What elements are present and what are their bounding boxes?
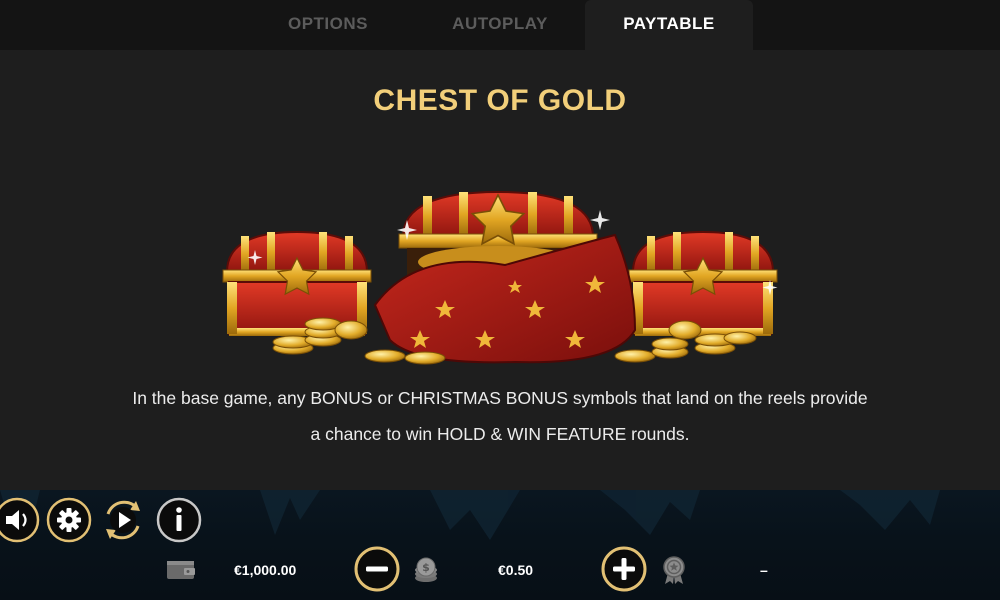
increase-bet-button[interactable] (601, 546, 647, 592)
minus-icon (354, 546, 400, 592)
wallet-icon (167, 561, 195, 579)
paytable-title: CHEST OF GOLD (373, 84, 627, 117)
balance-value: €1,000.00 (234, 562, 297, 578)
chest-of-gold-illustration (215, 190, 785, 365)
settings-button[interactable] (46, 497, 92, 543)
info-icon (156, 497, 202, 543)
award-icon (663, 556, 685, 584)
plus-icon (601, 546, 647, 592)
game-screen: OPTIONS AUTOPLAY PAYTABLE CHEST OF GOLD (0, 0, 1000, 600)
tab-options[interactable]: OPTIONS (268, 0, 388, 50)
autoplay-icon (106, 500, 140, 540)
settings-icon (46, 497, 92, 543)
info-button[interactable] (156, 497, 202, 543)
feature-description: In the base game, any BONUS or CHRISTMAS… (132, 388, 868, 444)
bottom-bar-backdrop (0, 490, 940, 540)
coin-stack-icon: $ (415, 557, 437, 582)
autoplay-button[interactable] (100, 497, 146, 543)
tab-autoplay[interactable]: AUTOPLAY (430, 0, 570, 50)
decrease-bet-button[interactable] (354, 546, 400, 592)
win-value: – (760, 562, 768, 578)
menu-tab-bar: OPTIONS AUTOPLAY PAYTABLE (0, 0, 1000, 50)
svg-text:$: $ (422, 561, 430, 574)
sound-button[interactable] (0, 497, 40, 543)
tab-paytable[interactable]: PAYTABLE (585, 0, 753, 50)
bet-value: €0.50 (498, 562, 534, 578)
sound-icon (0, 497, 40, 543)
